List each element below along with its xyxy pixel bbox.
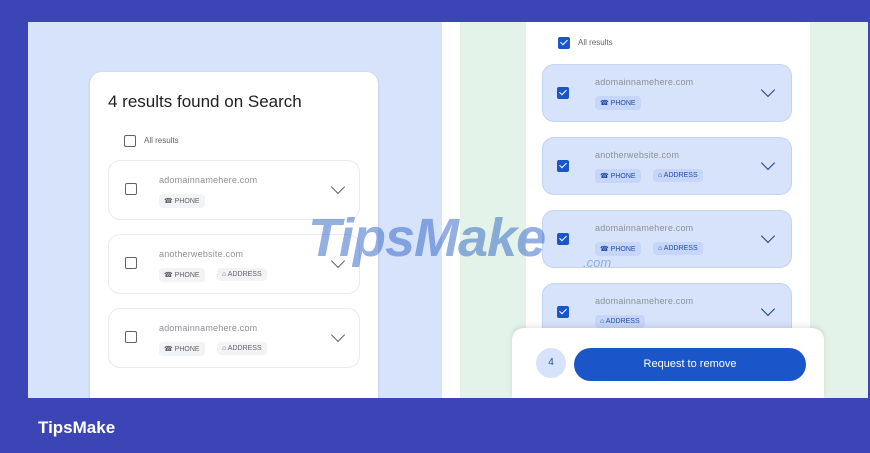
request-to-remove-button[interactable]: Request to remove [574, 348, 806, 381]
address-chip: ⌂ ADDRESS [653, 242, 703, 255]
row-domain: anotherwebsite.com [159, 249, 244, 259]
address-chip: ⌂ ADDRESS [217, 342, 267, 355]
address-chip: ⌂ ADDRESS [595, 315, 645, 328]
all-results-label: All results [578, 38, 613, 47]
phone-chip: ☎ PHONE [159, 268, 205, 282]
row-domain: adomainnamehere.com [595, 296, 694, 306]
chevron-down-icon[interactable] [330, 179, 346, 195]
phone-chip: ☎ PHONE [159, 342, 205, 356]
row-domain: anotherwebsite.com [595, 150, 680, 160]
watermark-logo: TipsMake [308, 208, 546, 268]
row-checkbox[interactable] [125, 257, 137, 269]
row-domain: adomainnamehere.com [595, 77, 694, 87]
row-checkbox[interactable] [125, 183, 137, 195]
chevron-down-icon[interactable] [760, 301, 776, 317]
phone-chip: ☎ PHONE [595, 96, 641, 110]
frame: 4 results found on Search All results ad… [0, 0, 870, 453]
watermark-suffix: .com [583, 255, 612, 270]
chevron-down-icon[interactable] [330, 327, 346, 343]
row-checkbox[interactable] [125, 331, 137, 343]
results-title: 4 results found on Search [108, 92, 302, 111]
selected-row[interactable]: anotherwebsite.com ☎ PHONE ⌂ ADDRESS [542, 137, 792, 195]
address-chip: ⌂ ADDRESS [653, 169, 703, 182]
result-row[interactable]: adomainnamehere.com ☎ PHONE ⌂ ADDRESS [108, 308, 360, 368]
chevron-down-icon[interactable] [760, 155, 776, 171]
selected-row[interactable]: adomainnamehere.com ☎ PHONE [542, 64, 792, 122]
selected-row[interactable]: adomainnamehere.com ☎ PHONE ⌂ ADDRESS [542, 210, 792, 268]
all-results-checkbox[interactable] [124, 135, 136, 147]
all-results-label: All results [144, 136, 179, 145]
chevron-down-icon[interactable] [760, 228, 776, 244]
chevron-down-icon[interactable] [760, 82, 776, 98]
row-domain: adomainnamehere.com [595, 223, 694, 233]
row-checkbox[interactable] [557, 233, 569, 245]
phone-chip: ☎ PHONE [595, 242, 641, 256]
row-checkbox[interactable] [557, 306, 569, 318]
all-results-checkbox[interactable] [558, 37, 570, 49]
row-domain: adomainnamehere.com [159, 323, 258, 333]
footer-brand: TipsMake [38, 418, 116, 437]
row-checkbox[interactable] [557, 87, 569, 99]
address-chip: ⌂ ADDRESS [217, 268, 267, 281]
screenshot-stage: 4 results found on Search All results ad… [28, 22, 868, 398]
action-bar: 4 Request to remove [512, 328, 824, 398]
phone-chip: ☎ PHONE [159, 194, 205, 208]
selected-count-badge: 4 [536, 348, 566, 378]
row-domain: adomainnamehere.com [159, 175, 258, 185]
row-checkbox[interactable] [557, 160, 569, 172]
phone-chip: ☎ PHONE [595, 169, 641, 183]
